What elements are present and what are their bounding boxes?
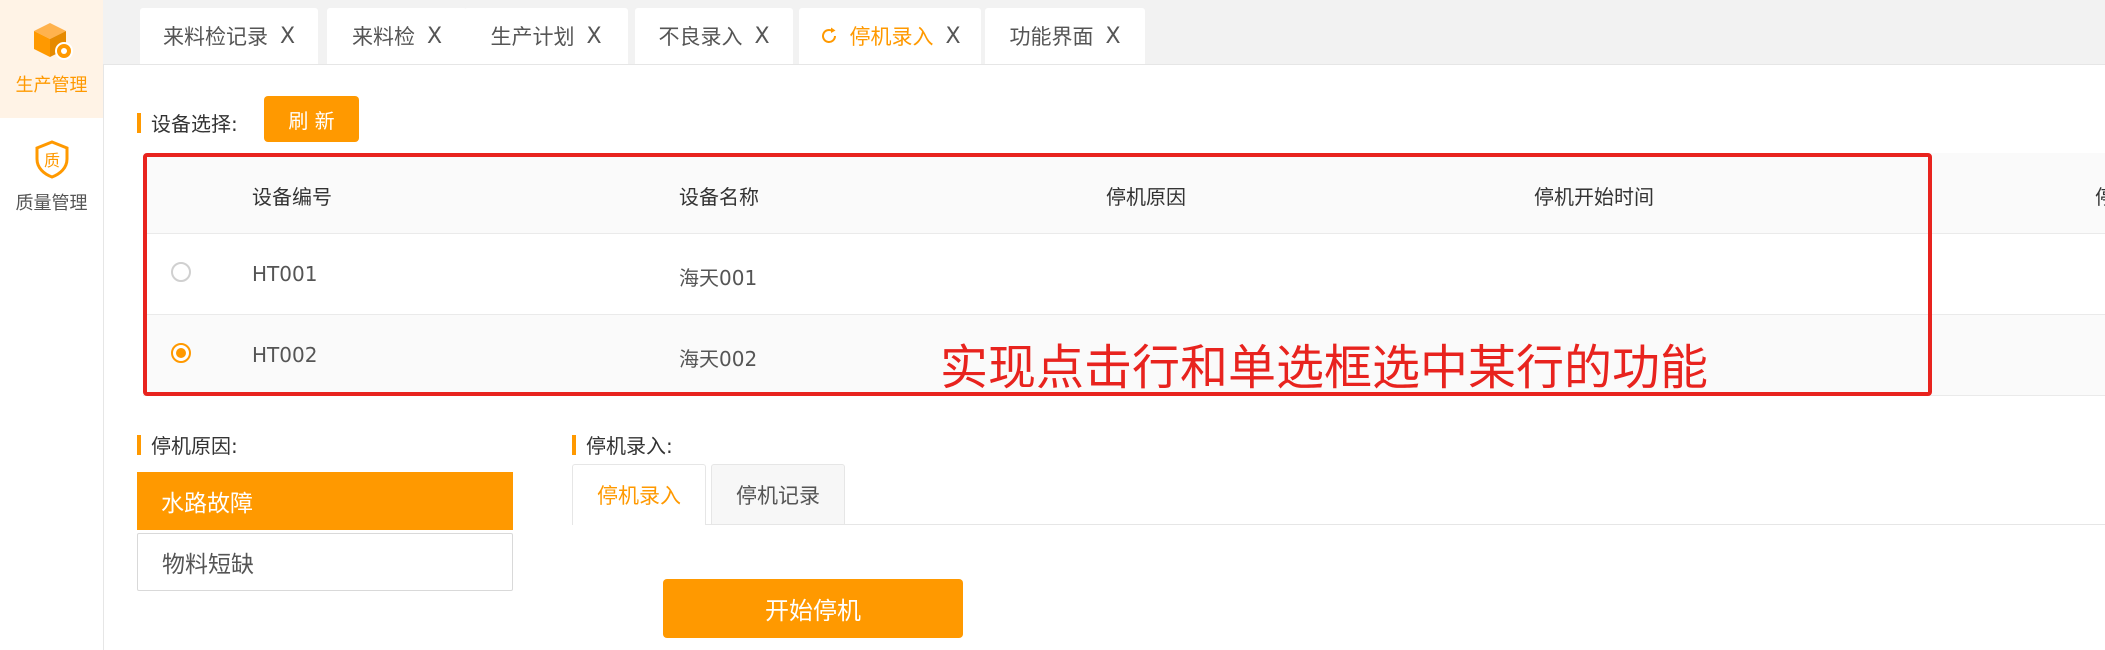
reason-label-text: 停机原因: bbox=[151, 434, 238, 458]
entry-subtabs: 停机录入 停机记录 bbox=[572, 464, 2105, 525]
sidebar: 生产管理 质 质量管理 bbox=[0, 0, 104, 650]
entry-label: 停机录入: bbox=[572, 430, 673, 459]
tab-label: 不良录入 bbox=[658, 25, 743, 49]
start-downtime-button[interactable]: 开始停机 bbox=[663, 579, 963, 638]
device-select-label: 设备选择: bbox=[137, 108, 238, 137]
close-icon[interactable]: X bbox=[280, 24, 295, 49]
tab-label: 停机录入 bbox=[849, 25, 934, 49]
tab-defect-entry[interactable]: 不良录入 X bbox=[635, 8, 793, 64]
section-marker bbox=[137, 434, 141, 455]
tab-bar: 来料检记录 X 来料检 X 生产计划 X 不良录入 X 停机录入 X 功能界面 … bbox=[103, 0, 2105, 65]
cell-code: HT001 bbox=[252, 262, 318, 286]
tab-label: 来料检记录 bbox=[162, 25, 268, 49]
production-box-icon bbox=[33, 23, 73, 60]
table-header: 设备编号 设备名称 停机原因 停机开始时间 停 bbox=[143, 153, 2105, 234]
tab-label: 来料检 bbox=[351, 25, 415, 49]
column-header-code: 设备编号 bbox=[252, 185, 332, 209]
column-header-truncated: 停 bbox=[2095, 181, 2105, 210]
reason-label: 停机原因: bbox=[137, 430, 238, 459]
tab-incoming-inspection-record[interactable]: 来料检记录 X bbox=[140, 8, 318, 64]
subtab-downtime-record[interactable]: 停机记录 bbox=[711, 464, 845, 524]
sidebar-item-label: 质量管理 bbox=[15, 193, 88, 214]
close-icon[interactable]: X bbox=[945, 24, 960, 49]
entry-label-text: 停机录入: bbox=[586, 434, 673, 458]
sidebar-item-label: 生产管理 bbox=[15, 75, 88, 96]
table-row[interactable]: HT001 海天001 bbox=[143, 234, 2105, 315]
tab-label: 功能界面 bbox=[1009, 25, 1094, 49]
close-icon[interactable]: X bbox=[754, 24, 769, 49]
cell-name: 海天001 bbox=[679, 266, 758, 290]
reason-item-material[interactable]: 物料短缺 bbox=[137, 533, 513, 591]
subtab-downtime-entry[interactable]: 停机录入 bbox=[572, 464, 706, 525]
annotation-text: 实现点击行和单选框选中某行的功能 bbox=[940, 340, 1709, 396]
device-select-text: 设备选择: bbox=[151, 112, 238, 136]
tab-incoming-inspection[interactable]: 来料检 X bbox=[327, 8, 467, 64]
section-marker bbox=[572, 434, 576, 455]
close-icon[interactable]: X bbox=[1105, 24, 1120, 49]
refresh-button[interactable]: 刷 新 bbox=[264, 96, 359, 142]
sidebar-item-production[interactable]: 生产管理 bbox=[0, 0, 103, 118]
column-header-name: 设备名称 bbox=[679, 185, 759, 209]
cell-code: HT002 bbox=[252, 343, 318, 367]
row-radio[interactable] bbox=[171, 343, 191, 363]
refresh-icon bbox=[822, 27, 837, 43]
row-radio[interactable] bbox=[171, 262, 191, 282]
quality-shield-icon: 质 bbox=[35, 140, 68, 179]
close-icon[interactable]: X bbox=[427, 24, 442, 49]
sidebar-item-quality[interactable]: 质 质量管理 bbox=[0, 118, 103, 236]
tab-production-plan[interactable]: 生产计划 X bbox=[464, 8, 628, 64]
svg-text:质: 质 bbox=[43, 151, 59, 170]
column-header-reason: 停机原因 bbox=[1106, 185, 1186, 209]
close-icon[interactable]: X bbox=[586, 24, 601, 49]
cell-name: 海天002 bbox=[679, 347, 758, 371]
reason-item-water[interactable]: 水路故障 bbox=[137, 472, 513, 530]
column-header-start-time: 停机开始时间 bbox=[1534, 185, 1654, 209]
tab-downtime-entry[interactable]: 停机录入 X bbox=[799, 8, 981, 64]
tab-label: 生产计划 bbox=[490, 25, 575, 49]
section-marker bbox=[137, 112, 141, 133]
tab-function-screen[interactable]: 功能界面 X bbox=[985, 8, 1145, 64]
